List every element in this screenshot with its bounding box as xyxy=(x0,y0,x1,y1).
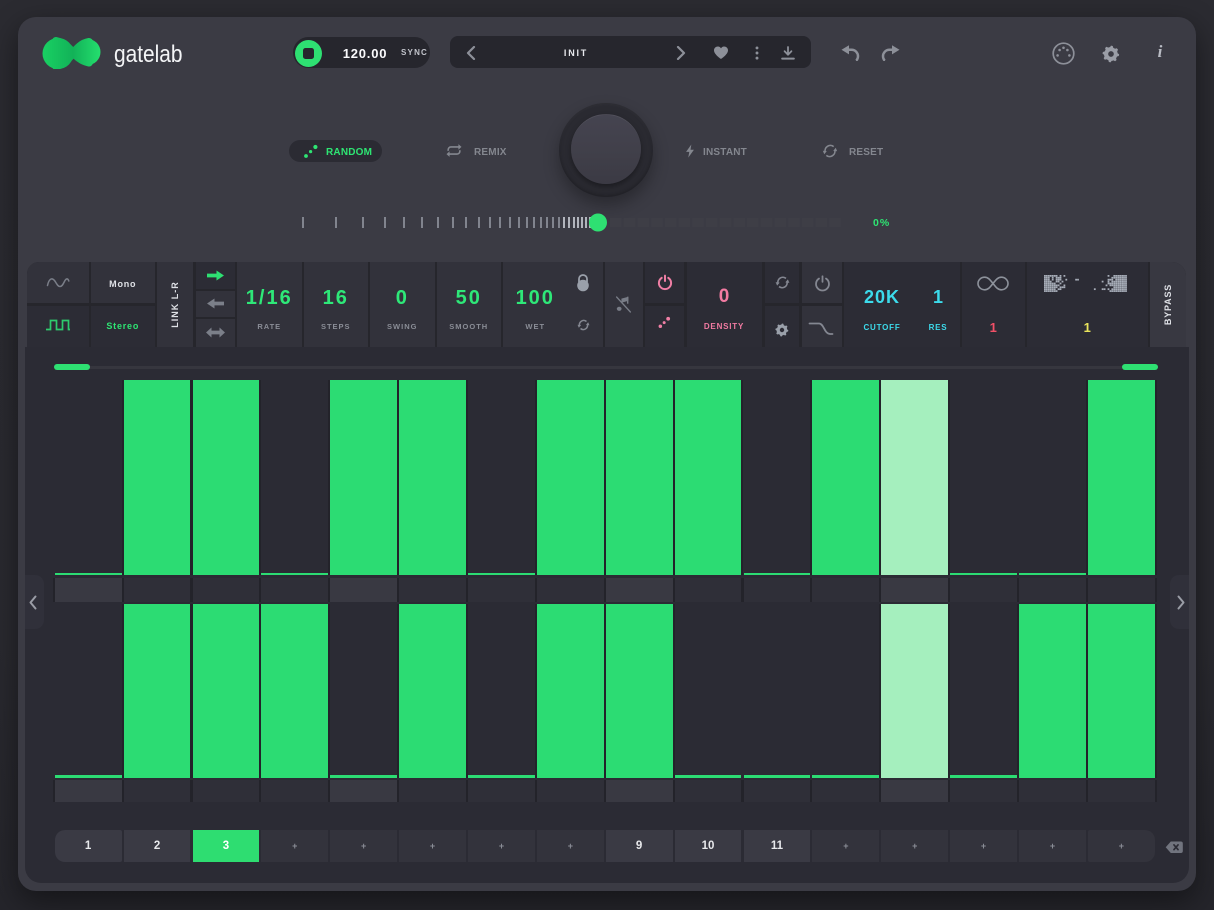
svg-text:LINK L-R: LINK L-R xyxy=(170,281,180,328)
svg-text:BYPASS: BYPASS xyxy=(1163,284,1173,325)
